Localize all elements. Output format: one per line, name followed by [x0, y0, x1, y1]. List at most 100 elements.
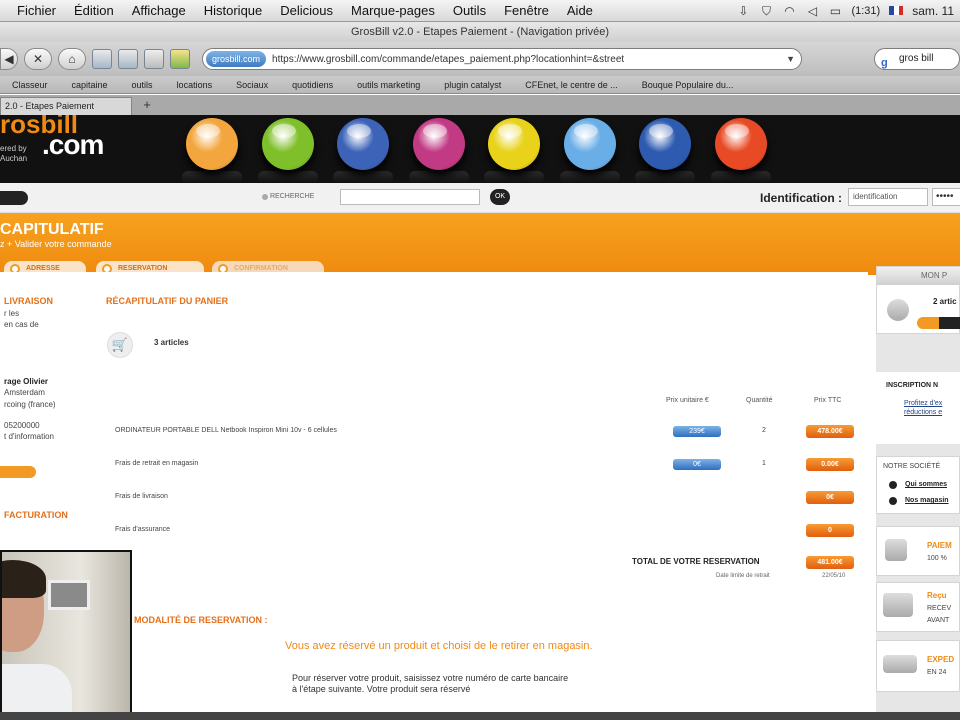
home-button[interactable]: ⌂ [58, 48, 86, 70]
stop-button[interactable]: ✕ [24, 48, 52, 70]
site-search-strip: RECHERCHE OK Identification : identifica… [0, 183, 960, 213]
bookmark-item[interactable]: plugin catalyst [432, 80, 513, 90]
grosbill-logo[interactable]: rosbill .com ered by Auchan [0, 115, 160, 183]
bullet-icon [889, 497, 897, 505]
total-value: 481.00€ [806, 556, 854, 569]
url-bar[interactable]: grosbill.com https://www.grosbill.com/co… [202, 48, 802, 70]
col-price-ttc: Prix TTC [814, 397, 842, 404]
sidebar-toolbar-icon[interactable] [118, 49, 138, 69]
category-ball-icon[interactable] [337, 118, 389, 170]
battery-time: (1:31) [851, 4, 881, 17]
total-label: TOTAL DE VOTRE RESERVATION [632, 557, 760, 566]
card-icon [883, 593, 913, 617]
bookmark-item[interactable]: CFEnet, le centre de ... [513, 80, 630, 90]
menu-edition[interactable]: Édition [65, 3, 123, 18]
bookmark-item[interactable]: Bouque Populaire du... [630, 80, 746, 90]
customer-city: rcoing (france) [4, 400, 56, 409]
french-flag-icon[interactable] [889, 6, 904, 15]
paiement-sub: 100 % [927, 555, 947, 562]
bookmark-item[interactable]: Classeur [0, 80, 60, 90]
category-ball-icon[interactable] [488, 118, 540, 170]
download-icon[interactable]: ⇩ [736, 5, 750, 17]
modify-address-button[interactable] [0, 466, 36, 478]
search-go-button[interactable]: OK [490, 189, 510, 205]
page-title: CAPITULATIF [0, 221, 104, 238]
row-label-product: ORDINATEUR PORTABLE DELL Netbook Inspiro… [115, 427, 337, 434]
url-text[interactable]: https://www.grosbill.com/commande/etapes… [272, 54, 780, 65]
volume-icon[interactable]: ◁ [805, 5, 819, 17]
bookmark-item[interactable]: outils marketing [345, 80, 432, 90]
nos-magasins-link[interactable]: Nos magasin [905, 497, 949, 504]
cart-icon: 🛒 [107, 332, 133, 358]
mon-panier-box[interactable]: MON P 2 artic [876, 266, 960, 334]
category-ball-base [258, 171, 318, 183]
new-tab-button[interactable]: + [138, 97, 156, 115]
site-identity[interactable]: grosbill.com [206, 51, 267, 67]
livraison-text: en cas de [4, 320, 39, 329]
clock[interactable]: sam. 11 [912, 4, 954, 18]
category-ball-base [333, 171, 393, 183]
menu-fichier[interactable]: Fichier [8, 3, 65, 18]
webcam-overlay [0, 550, 132, 716]
checkout-banner: CAPITULATIF z + Valider votre commande A… [0, 213, 960, 277]
tab-bar: 2.0 - Etapes Paiement + [0, 95, 960, 115]
col-quantity: Quantité [746, 397, 773, 404]
account-pill[interactable] [0, 191, 28, 205]
back-button[interactable]: ◀ [0, 48, 18, 70]
panier-go-button[interactable] [917, 317, 960, 329]
qui-sommes-link[interactable]: Qui sommes [905, 481, 947, 488]
share-toolbar-icon[interactable] [170, 49, 190, 69]
profitez-link-2[interactable]: réductions e [904, 409, 942, 416]
menu-outils[interactable]: Outils [444, 3, 495, 18]
livraison-heading: LIVRAISON [4, 296, 54, 306]
category-ball-base [409, 171, 469, 183]
facturation-heading: FACTURATION [4, 510, 68, 520]
shield-icon[interactable]: ⛉ [759, 5, 773, 17]
print-toolbar-icon[interactable] [144, 49, 164, 69]
paiement-title: PAIEM [927, 541, 952, 550]
category-ball-icon[interactable] [715, 118, 767, 170]
societe-heading: NOTRE SOCIÉTÉ [883, 463, 941, 470]
menu-marque-pages[interactable]: Marque-pages [342, 3, 444, 18]
qty-product: 2 [762, 427, 766, 434]
customer-info: t d'information [4, 432, 54, 441]
menu-historique[interactable]: Historique [195, 3, 272, 18]
menu-fenetre[interactable]: Fenêtre [495, 3, 558, 18]
menu-delicious[interactable]: Delicious [271, 3, 342, 18]
expedition-title: EXPED [927, 655, 955, 664]
wifi-icon[interactable]: ◠ [782, 5, 796, 17]
site-search-input[interactable] [340, 189, 480, 205]
profitez-link[interactable]: Profitez d'ex [904, 400, 942, 407]
webcam-person-body [2, 664, 72, 714]
truck-icon [883, 655, 917, 673]
bookmark-toolbar-icon[interactable] [92, 49, 112, 69]
category-ball-icon[interactable] [413, 118, 465, 170]
unit-price-retrait: 0€ [673, 459, 721, 470]
category-ball-icon[interactable] [186, 118, 238, 170]
search-radio[interactable] [262, 194, 268, 200]
dropdown-arrow-icon[interactable]: ▼ [780, 54, 801, 64]
menu-affichage[interactable]: Affichage [123, 3, 195, 18]
row-label-livraison: Frais de livraison [115, 493, 168, 500]
category-ball-base [711, 171, 771, 183]
password-input[interactable]: ••••• [932, 188, 960, 206]
bookmark-item[interactable]: outils [120, 80, 165, 90]
category-ball-base [182, 171, 242, 183]
bookmark-item[interactable]: locations [165, 80, 225, 90]
tab-etapes-paiement[interactable]: 2.0 - Etapes Paiement [0, 97, 132, 115]
recu-sub-2: AVANT [927, 617, 950, 624]
category-ball-base [635, 171, 695, 183]
ttc-assurance: 0 [806, 524, 854, 537]
bookmark-item[interactable]: quotidiens [280, 80, 345, 90]
identification-input[interactable]: identification [848, 188, 928, 206]
bookmark-item[interactable]: Sociaux [224, 80, 280, 90]
search-engine-input[interactable]: g gros bill [874, 48, 960, 70]
bookmark-item[interactable]: capitaine [60, 80, 120, 90]
menu-aide[interactable]: Aide [558, 3, 602, 18]
category-ball-icon[interactable] [262, 118, 314, 170]
modalite-text: Pour réserver votre produit, saisissez v… [292, 673, 569, 694]
retrait-date-label: Date limite de retrait [716, 573, 770, 579]
category-ball-icon[interactable] [639, 118, 691, 170]
battery-icon[interactable]: ▭ [828, 5, 842, 17]
category-ball-icon[interactable] [564, 118, 616, 170]
